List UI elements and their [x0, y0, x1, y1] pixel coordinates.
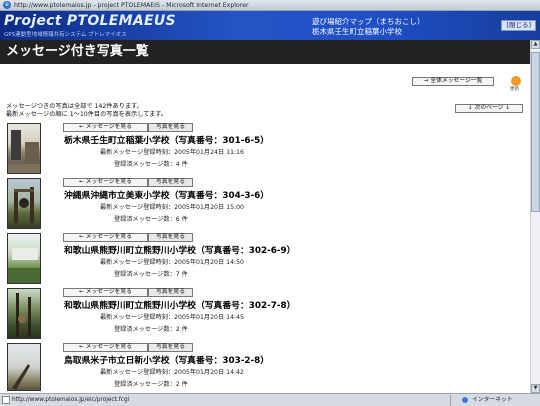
- close-button[interactable]: [閉じる]: [501, 20, 536, 31]
- message-count: 登録済メッセージ数：4 件: [114, 161, 188, 168]
- list-item: ← メッセージを見る 写真を見る 沖縄県沖縄市立美東小学校（写真番号：304-3…: [0, 178, 530, 236]
- status-bar: http://www.ptolemaios.jp/eic/project.fcg…: [0, 393, 540, 406]
- view-messages-button[interactable]: ← メッセージを見る: [63, 178, 148, 187]
- latest-message-time: 最新メッセージ登録時刻：2005年01月20日 14:50: [100, 259, 244, 266]
- security-zone: インターネット: [472, 397, 513, 403]
- view-photo-button[interactable]: 写真を見る: [148, 178, 193, 187]
- photo-thumbnail[interactable]: [7, 343, 41, 391]
- school-name[interactable]: 栃木県壬生町立稲葉小学校（写真番号：301-6-5）: [64, 133, 269, 146]
- scroll-up-arrow-icon[interactable]: ▲: [531, 40, 540, 49]
- list-item: ← メッセージを見る 写真を見る 栃木県壬生町立稲葉小学校（写真番号：301-6…: [0, 123, 530, 181]
- school-name[interactable]: 鳥取県米子市立日新小学校（写真番号：303-2-8）: [64, 353, 269, 366]
- all-messages-button[interactable]: → 全体メッセージ一覧: [412, 77, 494, 86]
- banner-title-line2: 栃木県壬生町立稲葉小学校: [312, 27, 402, 36]
- status-url: http://www.ptolemaios.jp/eic/project.fcg…: [12, 397, 130, 403]
- photo-thumbnail[interactable]: [7, 178, 41, 229]
- school-name[interactable]: 和歌山県熊野川町立熊野川小学校（写真番号：302-6-9）: [64, 243, 295, 256]
- latest-message-time: 最新メッセージ登録時刻：2005年01月24日 11:16: [100, 149, 244, 156]
- view-photo-button[interactable]: 写真を見る: [148, 343, 193, 352]
- view-messages-button[interactable]: ← メッセージを見る: [63, 288, 148, 297]
- latest-message-time: 最新メッセージ登録時刻：2005年01月20日 14:42: [100, 369, 244, 376]
- globe-icon: [462, 397, 468, 403]
- scroll-down-arrow-icon[interactable]: ▼: [531, 384, 540, 393]
- page-title: メッセージ付き写真一覧: [0, 40, 530, 64]
- window-titlebar: e http://www.ptolemaios.jp - project PTO…: [0, 0, 540, 11]
- info-range: 最新メッセージの順に 1〜10件目の写真を表示してます。: [6, 111, 168, 118]
- view-photo-button[interactable]: 写真を見る: [148, 233, 193, 242]
- photo-thumbnail[interactable]: [7, 123, 41, 174]
- view-messages-button[interactable]: ← メッセージを見る: [63, 343, 148, 352]
- vertical-scrollbar[interactable]: ▲ ▼: [530, 40, 540, 393]
- message-count: 登録済メッセージ数：6 件: [114, 216, 188, 223]
- view-photo-button[interactable]: 写真を見る: [148, 288, 193, 297]
- site-banner: Project PTOLEMAEUS GPS連動型地域情報共有システム プトレマ…: [0, 11, 540, 40]
- list-item: ← メッセージを見る 写真を見る 和歌山県熊野川町立熊野川小学校（写真番号：30…: [0, 288, 530, 346]
- scrollbar-thumb[interactable]: [531, 52, 540, 212]
- refresh-icon[interactable]: [511, 76, 521, 86]
- message-count: 登録済メッセージ数：7 件: [114, 271, 188, 278]
- status-divider: [450, 395, 451, 406]
- latest-message-time: 最新メッセージ登録時刻：2005年01月20日 15:00: [100, 204, 244, 211]
- window-title: http://www.ptolemaios.jp - project PTOLE…: [14, 1, 249, 9]
- list-item: ← メッセージを見る 写真を見る 和歌山県熊野川町立熊野川小学校（写真番号：30…: [0, 233, 530, 291]
- school-name[interactable]: 沖縄県沖縄市立美東小学校（写真番号：304-3-6）: [64, 188, 269, 201]
- next-page-button[interactable]: ↓ 次のページ ↓: [455, 104, 523, 113]
- site-logo: Project PTOLEMAEUS: [4, 13, 176, 29]
- view-messages-button[interactable]: ← メッセージを見る: [63, 233, 148, 242]
- refresh-label[interactable]: 更新: [510, 86, 519, 92]
- message-count: 登録済メッセージ数：2 件: [114, 381, 188, 388]
- school-name[interactable]: 和歌山県熊野川町立熊野川小学校（写真番号：302-7-8）: [64, 298, 295, 311]
- view-messages-button[interactable]: ← メッセージを見る: [63, 123, 148, 132]
- ie-icon: e: [3, 1, 11, 9]
- message-count: 登録済メッセージ数：2 件: [114, 326, 188, 333]
- view-photo-button[interactable]: 写真を見る: [148, 123, 193, 132]
- photo-thumbnail[interactable]: [7, 288, 41, 339]
- latest-message-time: 最新メッセージ登録時刻：2005年01月20日 14:45: [100, 314, 244, 321]
- site-logo-subtitle: GPS連動型地域情報共有システム プトレマイオス: [4, 32, 127, 38]
- photo-thumbnail[interactable]: [7, 233, 41, 284]
- page-icon: [2, 396, 10, 404]
